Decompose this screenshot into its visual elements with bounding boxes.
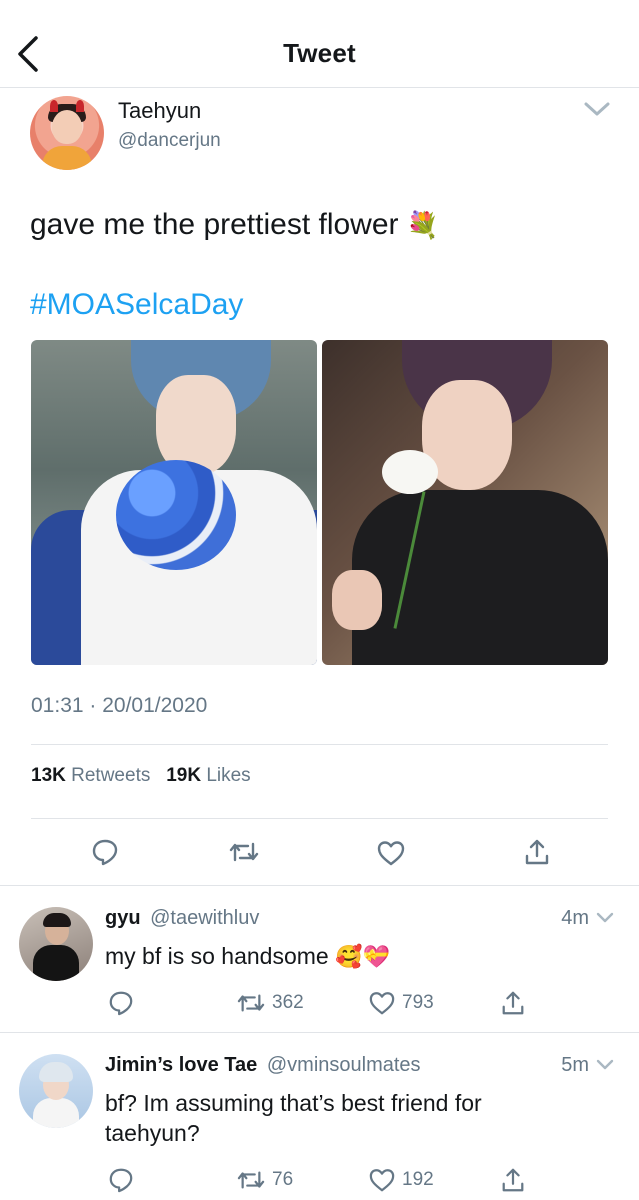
retweet-icon — [237, 1171, 265, 1189]
chevron-down-icon[interactable] — [582, 98, 612, 120]
likes-label[interactable]: Likes — [206, 765, 250, 786]
main-tweet: Taehyun @dancerjun gave me the prettiest… — [0, 88, 639, 886]
like-icon[interactable] — [376, 839, 406, 872]
reply-author-name[interactable]: gyu — [105, 907, 141, 929]
share-icon[interactable] — [523, 838, 551, 871]
avatar[interactable] — [19, 1054, 93, 1128]
bouquet-emoji: 💐 — [406, 211, 440, 241]
like-count: 192 — [402, 1169, 434, 1190]
retweet-icon[interactable] — [228, 838, 260, 871]
reply-text-body: my bf is so handsome — [105, 943, 329, 969]
author-handle[interactable]: @dancerjun — [118, 130, 221, 152]
reply-tweet[interactable]: gyu @taewithluv 4m my bf is so handsome … — [0, 887, 639, 1033]
tweet-text: gave me the prettiest flower 💐 — [30, 208, 439, 242]
divider — [31, 744, 608, 745]
like-icon — [369, 992, 395, 1015]
reply-author-handle[interactable]: @vminsoulmates — [267, 1054, 421, 1076]
reply-header: gyu @taewithluv — [105, 907, 259, 930]
like-button[interactable]: 192 — [368, 1167, 434, 1193]
author-name[interactable]: Taehyun — [118, 98, 201, 124]
retweet-count: 362 — [272, 992, 304, 1013]
retweets-count[interactable]: 13K — [31, 765, 66, 786]
likes-count[interactable]: 19K — [166, 765, 201, 786]
like-count: 793 — [402, 992, 434, 1013]
tweet-timestamp: 01:31 · 20/01/2020 — [31, 694, 208, 717]
reply-text: my bf is so handsome 🥰💝 — [105, 941, 595, 973]
tweet-photo-1[interactable] — [31, 340, 317, 665]
reply-icon[interactable] — [91, 838, 119, 871]
reply-icon[interactable] — [108, 990, 134, 1016]
reply-author-handle[interactable]: @taewithluv — [150, 907, 259, 929]
reply-emoji: 🥰💝 — [335, 945, 390, 970]
avatar[interactable] — [30, 96, 104, 170]
page-title: Tweet — [283, 38, 356, 68]
reply-text: bf? Im assuming that’s best friend for t… — [105, 1088, 535, 1148]
reply-text-body: bf? Im assuming that’s best friend for t… — [105, 1090, 482, 1146]
reply-time: 4m — [561, 907, 589, 929]
chevron-down-icon[interactable] — [595, 911, 615, 925]
share-icon[interactable] — [500, 990, 526, 1016]
like-icon — [369, 1169, 395, 1192]
tweet-stats: 13K Retweets 19K Likes — [31, 765, 251, 787]
reply-header: Jimin’s love Tae @vminsoulmates — [105, 1054, 421, 1077]
retweet-button[interactable]: 362 — [236, 990, 304, 1016]
retweet-icon — [237, 994, 265, 1012]
like-button[interactable]: 793 — [368, 990, 434, 1016]
share-icon[interactable] — [500, 1167, 526, 1193]
retweet-button[interactable]: 76 — [236, 1167, 293, 1193]
retweets-label[interactable]: Retweets — [71, 765, 150, 786]
reply-icon[interactable] — [108, 1167, 134, 1193]
reply-author-name[interactable]: Jimin’s love Tae — [105, 1054, 257, 1076]
reply-tweet[interactable]: Jimin’s love Tae @vminsoulmates 5m bf? I… — [0, 1034, 639, 1200]
divider — [31, 818, 608, 819]
tweet-text-body: gave me the prettiest flower — [30, 208, 399, 241]
hashtag-link[interactable]: #MOASelcaDay — [30, 288, 243, 322]
avatar[interactable] — [19, 907, 93, 981]
reply-time: 5m — [561, 1054, 589, 1076]
retweet-count: 76 — [272, 1169, 294, 1190]
chevron-down-icon[interactable] — [595, 1058, 615, 1072]
tweet-photo-2[interactable] — [322, 340, 608, 665]
top-bar: Tweet — [0, 0, 639, 88]
